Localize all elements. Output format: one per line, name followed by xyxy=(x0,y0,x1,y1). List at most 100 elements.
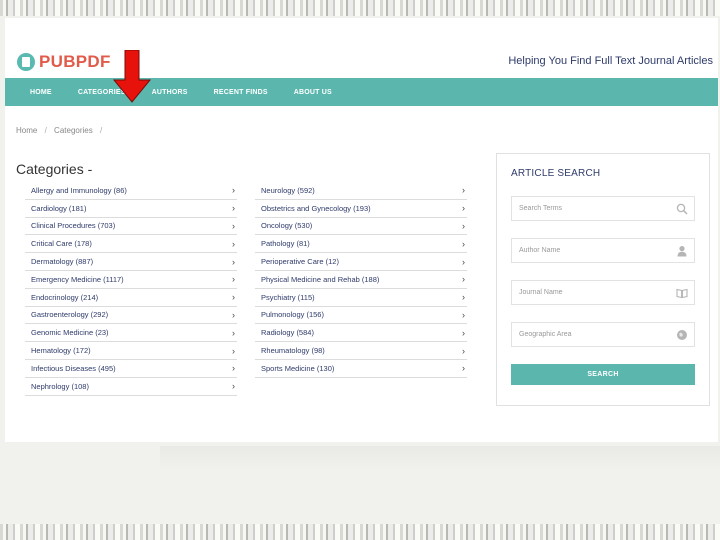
chevron-right-icon: › xyxy=(462,309,465,320)
category-label: Infectious Diseases (495) xyxy=(31,363,116,373)
screenshot-slide: PUBPDF Helping You Find Full Text Journa… xyxy=(5,18,718,442)
red-arrow-annotation xyxy=(112,50,152,103)
article-search-panel: ARTICLE SEARCH Search Terms Author Name … xyxy=(496,153,710,406)
category-label: Pathology (81) xyxy=(261,239,310,249)
chevron-right-icon: › xyxy=(232,363,235,374)
nav-authors[interactable]: AUTHORS xyxy=(152,89,188,96)
chevron-right-icon: › xyxy=(232,203,235,214)
category-item[interactable]: Pathology (81) › xyxy=(255,235,467,254)
category-item[interactable]: Emergency Medicine (1117) › xyxy=(25,271,237,289)
chevron-right-icon: › xyxy=(232,327,235,338)
category-item[interactable]: Sports Medicine (130) › xyxy=(255,360,467,378)
decorative-stripe-bottom xyxy=(0,524,720,540)
author-name-input[interactable]: Author Name xyxy=(511,238,695,263)
category-item[interactable]: Clinical Procedures (703) › xyxy=(25,218,237,236)
chevron-right-icon: › xyxy=(232,238,235,249)
search-terms-input[interactable]: Search Terms xyxy=(511,196,695,221)
chevron-right-icon: › xyxy=(232,274,235,285)
category-label: Physical Medicine and Rehab (188) xyxy=(261,274,380,284)
logo-text: PUBPDF xyxy=(39,52,111,71)
chevron-right-icon: › xyxy=(232,256,235,267)
journal-name-input[interactable]: Journal Name xyxy=(511,280,695,305)
category-item[interactable]: Perioperative Care (12) › xyxy=(255,253,467,271)
breadcrumb-current: Categories xyxy=(54,126,93,135)
category-item[interactable]: Dermatology (887) › xyxy=(25,253,237,271)
category-item[interactable]: Rheumatology (98) › xyxy=(255,342,467,360)
search-button[interactable]: SEARCH xyxy=(511,364,695,385)
nav-home[interactable]: HOME xyxy=(30,89,52,96)
category-item[interactable]: Nephrology (108) › xyxy=(25,378,237,396)
chevron-right-icon: › xyxy=(462,256,465,267)
chevron-right-icon: › xyxy=(232,345,235,356)
category-label: Genomic Medicine (23) xyxy=(31,328,109,338)
panel-title: ARTICLE SEARCH xyxy=(511,168,601,179)
category-label: Perioperative Care (12) xyxy=(261,257,339,267)
geographic-area-input[interactable]: Geographic Area xyxy=(511,322,695,347)
chevron-right-icon: › xyxy=(462,292,465,303)
globe-icon xyxy=(677,330,687,340)
category-item[interactable]: Genomic Medicine (23) › xyxy=(25,324,237,343)
category-label: Psychiatry (115) xyxy=(261,292,315,302)
nav-recent-finds[interactable]: RECENT FINDS xyxy=(214,89,268,96)
page-title: Categories - xyxy=(16,161,93,177)
category-label: Emergency Medicine (1117) xyxy=(31,274,124,284)
category-item[interactable]: Hematology (172) › xyxy=(25,342,237,360)
category-item[interactable]: Cardiology (181) › xyxy=(25,200,237,218)
slide-reflection xyxy=(160,446,720,472)
chevron-right-icon: › xyxy=(462,203,465,214)
geographic-area-placeholder: Geographic Area xyxy=(519,331,572,338)
search-terms-placeholder: Search Terms xyxy=(519,205,563,212)
site-tagline: Helping You Find Full Text Journal Artic… xyxy=(508,55,713,67)
chevron-right-icon: › xyxy=(462,220,465,231)
category-label: Allergy and Immunology (86) xyxy=(31,185,127,195)
category-item[interactable]: Gastroenterology (292) › xyxy=(25,307,237,325)
category-item[interactable]: Physical Medicine and Rehab (188) › xyxy=(255,271,467,289)
category-label: Rheumatology (98) xyxy=(261,346,325,356)
category-item[interactable]: Pulmonology (156) › xyxy=(255,307,467,325)
chevron-right-icon: › xyxy=(232,292,235,303)
chevron-right-icon: › xyxy=(462,238,465,249)
decorative-stripe-top xyxy=(0,0,720,16)
site-logo[interactable]: PUBPDF xyxy=(17,52,111,72)
chevron-right-icon: › xyxy=(462,185,465,196)
chevron-right-icon: › xyxy=(232,220,235,231)
category-list-right: Neurology (592) › Obstetrics and Gynecolo… xyxy=(255,182,467,378)
category-item[interactable]: Endocrinology (214) › xyxy=(25,289,237,307)
journal-name-placeholder: Journal Name xyxy=(519,289,563,296)
category-label: Clinical Procedures (703) xyxy=(31,221,116,231)
user-icon xyxy=(677,246,687,257)
category-label: Obstetrics and Gynecology (193) xyxy=(261,203,371,213)
category-label: Sports Medicine (130) xyxy=(261,363,335,373)
category-item[interactable]: Critical Care (178) › xyxy=(25,235,237,254)
category-label: Nephrology (108) xyxy=(31,381,89,391)
category-label: Endocrinology (214) xyxy=(31,292,99,302)
category-label: Hematology (172) xyxy=(31,346,91,356)
category-list-left: Allergy and Immunology (86) › Cardiology … xyxy=(25,182,237,396)
author-name-placeholder: Author Name xyxy=(519,247,561,254)
category-label: Neurology (592) xyxy=(261,185,315,195)
category-label: Gastroenterology (292) xyxy=(31,310,109,320)
chevron-right-icon: › xyxy=(232,185,235,196)
category-item[interactable]: Allergy and Immunology (86) › xyxy=(25,182,237,200)
category-item[interactable]: Oncology (530) › xyxy=(255,218,467,236)
category-item[interactable]: Infectious Diseases (495) › xyxy=(25,360,237,378)
chevron-right-icon: › xyxy=(462,363,465,374)
pdf-logo-icon xyxy=(17,53,35,71)
category-item[interactable]: Neurology (592) › xyxy=(255,182,467,200)
chevron-right-icon: › xyxy=(462,327,465,338)
chevron-right-icon: › xyxy=(232,381,235,392)
category-label: Oncology (530) xyxy=(261,221,313,231)
breadcrumb: Home / Categories / xyxy=(16,126,103,135)
search-icon xyxy=(676,203,688,215)
chevron-right-icon: › xyxy=(462,274,465,285)
category-item[interactable]: Psychiatry (115) › xyxy=(255,289,467,307)
category-item[interactable]: Radiology (584) › xyxy=(255,324,467,343)
chevron-right-icon: › xyxy=(462,345,465,356)
book-icon xyxy=(676,288,688,299)
category-item[interactable]: Obstetrics and Gynecology (193) › xyxy=(255,200,467,218)
chevron-right-icon: › xyxy=(232,309,235,320)
category-label: Critical Care (178) xyxy=(31,239,92,249)
category-label: Cardiology (181) xyxy=(31,203,87,213)
breadcrumb-home[interactable]: Home xyxy=(16,126,37,135)
nav-about-us[interactable]: ABOUT US xyxy=(294,89,332,96)
